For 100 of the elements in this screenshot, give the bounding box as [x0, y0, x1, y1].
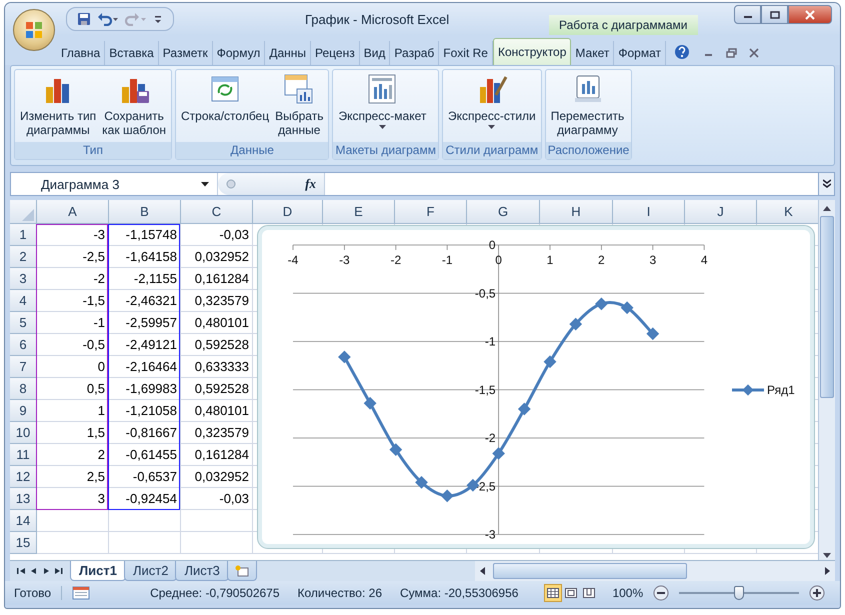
row-header[interactable]: 10	[10, 422, 37, 444]
save-icon[interactable]	[77, 12, 91, 26]
zoom-slider[interactable]	[679, 586, 800, 600]
undo-icon[interactable]	[97, 12, 119, 26]
row-header[interactable]: 11	[10, 444, 37, 466]
sheet-tab[interactable]: Лист2	[124, 561, 178, 581]
data-point	[646, 327, 660, 340]
table-cell: -1	[37, 312, 109, 334]
next-sheet-icon[interactable]	[42, 566, 50, 576]
axis-label: 1	[546, 253, 554, 267]
close-button[interactable]	[788, 5, 832, 24]
row-header[interactable]: 4	[10, 290, 37, 312]
row-header[interactable]: 13	[10, 488, 37, 510]
row-header[interactable]: 14	[10, 510, 37, 532]
sheet-tab[interactable]: Лист3	[175, 561, 229, 581]
macro-record-icon[interactable]	[72, 586, 90, 600]
vertical-scrollbar[interactable]	[818, 200, 835, 560]
zoom-out-icon[interactable]	[653, 585, 670, 601]
ribbon-button[interactable]: Экспресс-макет	[336, 71, 428, 141]
row-header[interactable]: 8	[10, 378, 37, 400]
zoom-slider-thumb[interactable]	[734, 586, 744, 600]
table-cell: -1,69983	[109, 378, 181, 400]
table-cell: 0,161284	[181, 444, 253, 466]
table-cell: 0,633333	[181, 356, 253, 378]
row-header[interactable]: 6	[10, 334, 37, 356]
row-header[interactable]: 12	[10, 466, 37, 488]
grid-icon	[547, 588, 560, 598]
table-cell: -2	[37, 268, 109, 290]
column-header[interactable]: A	[37, 200, 109, 224]
table-cell: -1,5	[37, 290, 109, 312]
scroll-right-icon[interactable]	[823, 566, 831, 576]
column-header[interactable]: E	[323, 200, 395, 224]
column-header[interactable]: I	[613, 200, 685, 224]
table-cell: -2,59957	[109, 312, 181, 334]
row-header[interactable]: 2	[10, 246, 37, 268]
ribbon-button[interactable]: Сохранить как шаблон	[100, 71, 168, 141]
axis-label: -1	[442, 253, 453, 267]
ribbon-button[interactable]: Переместить диаграмму	[548, 71, 626, 141]
axis-label: -2	[390, 253, 402, 267]
table-cell: 1,5	[37, 422, 109, 444]
ribbon-tab[interactable]: Конструктор	[492, 38, 572, 65]
column-header[interactable]: B	[109, 200, 181, 224]
chart-area[interactable]: -4 -3 -2 -1 0 1 2 3 4 0 -0,5 -1 -1,5 -2 -2,5 -3 Ряд1	[258, 226, 814, 548]
axis-label: -2,5	[474, 479, 496, 494]
column-header[interactable]: H	[540, 200, 613, 224]
row-header[interactable]: 1	[10, 224, 37, 246]
axis-label: -1	[484, 334, 496, 348]
row-header[interactable]: 15	[10, 532, 37, 554]
table-cell: 0,323579	[181, 290, 253, 312]
data-point	[569, 318, 582, 330]
scroll-up-icon[interactable]	[822, 204, 832, 212]
column-header[interactable]: G	[467, 200, 540, 224]
table-cell: 0	[37, 356, 109, 378]
row-header[interactable]: 5	[10, 312, 37, 334]
scroll-left-icon[interactable]	[478, 566, 487, 576]
zoom-in-icon[interactable]	[809, 585, 826, 601]
maximize-button[interactable]	[761, 5, 788, 24]
ribbon-button[interactable]: Изменить тип диаграммы	[18, 71, 98, 141]
page-layout-icon	[565, 588, 578, 598]
row-header[interactable]: 9	[10, 400, 37, 422]
first-sheet-icon[interactable]	[16, 566, 26, 576]
count-value: Количество: 26	[298, 586, 382, 600]
table-cell: -2,1155	[109, 268, 181, 290]
axis-label: -3	[339, 253, 350, 267]
row-header[interactable]: 3	[10, 268, 37, 290]
office-button[interactable]	[13, 9, 55, 51]
table-cell: -0,92454	[109, 488, 181, 510]
axis-label: -3	[484, 528, 496, 542]
axis-label: 4	[700, 253, 708, 267]
table-cell: 0,032952	[181, 246, 253, 268]
table-cell: -0,81667	[109, 422, 181, 444]
view-button[interactable]	[544, 584, 562, 602]
column-header[interactable]: F	[395, 200, 467, 224]
column-header[interactable]: J	[685, 200, 757, 224]
table-cell: 0,5	[37, 378, 109, 400]
row-header[interactable]: 7	[10, 356, 37, 378]
horizontal-scrollbar[interactable]	[474, 561, 835, 581]
new-sheet-button[interactable]	[226, 561, 257, 581]
restore-icon[interactable]	[726, 48, 738, 58]
table-cell: -3	[37, 224, 109, 246]
column-header[interactable]: K	[757, 200, 818, 224]
last-sheet-icon[interactable]	[54, 566, 64, 576]
column-header[interactable]: C	[181, 200, 253, 224]
data-point	[544, 355, 556, 368]
help-icon[interactable]	[674, 44, 690, 60]
table-cell: 2,5	[37, 466, 109, 488]
table-cell: 2	[37, 444, 109, 466]
column-header[interactable]: D	[253, 200, 323, 224]
data-point	[364, 396, 376, 410]
ribbon-button[interactable]: Экспресс-стили	[446, 71, 538, 141]
ribbon-button[interactable]: Выбрать данные	[273, 71, 326, 141]
previous-sheet-icon[interactable]	[30, 566, 38, 576]
table-cell: 0,480101	[181, 312, 253, 334]
sheet-tab[interactable]: Лист1	[70, 561, 126, 581]
group-label: Стили диаграмм	[442, 142, 541, 159]
close-icon[interactable]	[749, 48, 760, 58]
minimize-button[interactable]	[734, 5, 761, 24]
ribbon-button[interactable]: Строка/столбец	[179, 71, 272, 141]
group-label: Расположение	[546, 142, 632, 159]
zoom-level[interactable]: 100%	[612, 586, 644, 600]
